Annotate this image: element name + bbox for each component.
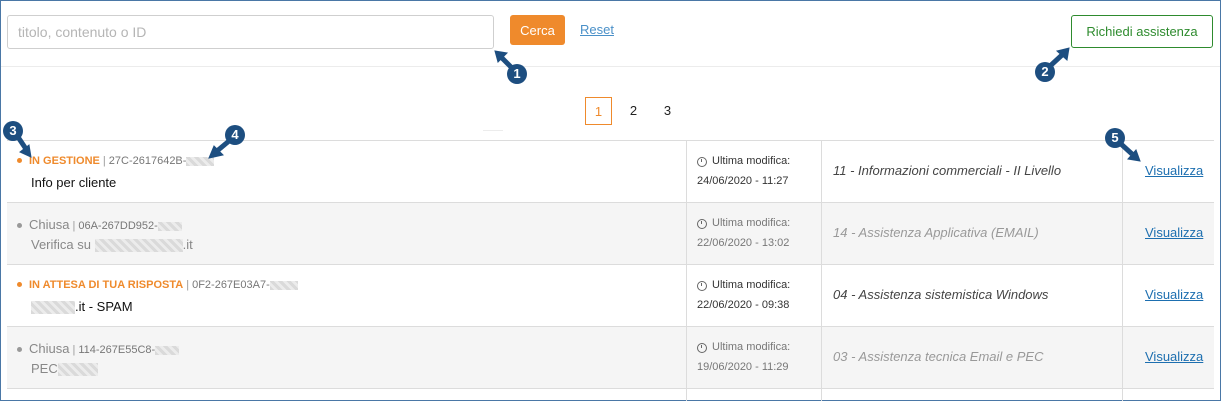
- annotation-marker-4: 4: [225, 125, 245, 145]
- arrow-5: [1119, 142, 1134, 156]
- annotation-marker-5: 5: [1105, 128, 1125, 148]
- annotation-marker-2: 2: [1035, 62, 1055, 82]
- annotation-marker-3: 3: [3, 121, 23, 141]
- annotation-arrows: [15, 47, 1141, 162]
- arrow-4: [215, 139, 231, 153]
- annotation-marker-1: 1: [507, 64, 527, 84]
